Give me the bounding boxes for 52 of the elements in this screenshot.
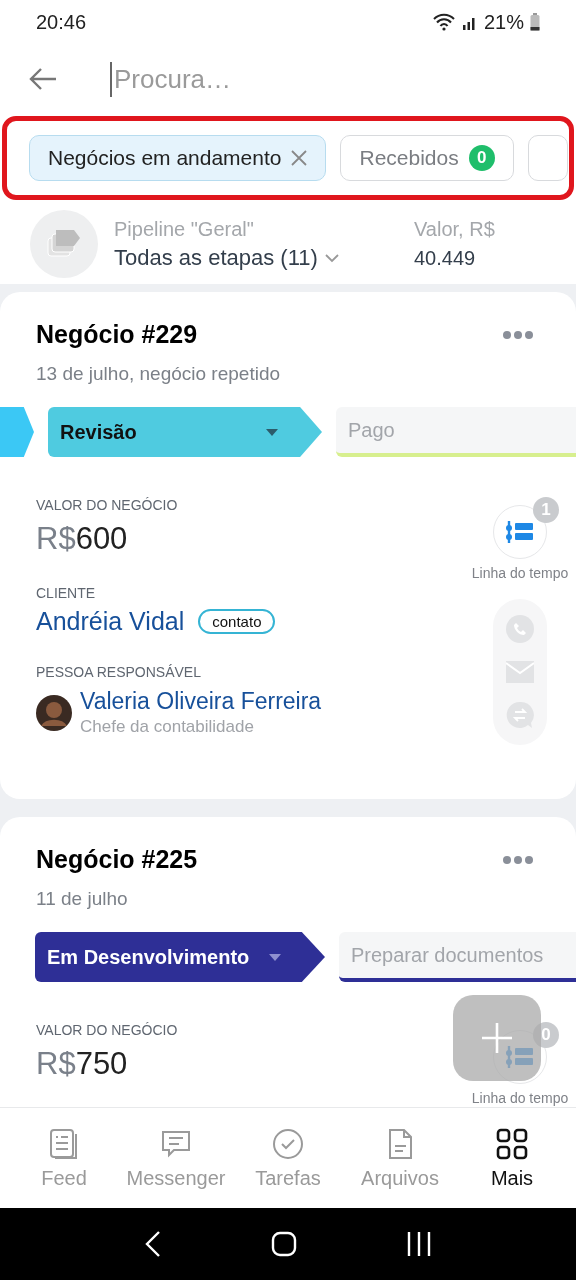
stages-dropdown[interactable]: Todas as etapas (11) bbox=[114, 244, 340, 271]
deal-subtitle: 13 de julho, negócio repetido bbox=[36, 363, 282, 385]
home-icon[interactable] bbox=[271, 1231, 297, 1257]
timeline-icon bbox=[505, 519, 535, 545]
value-label: Valor, R$ bbox=[414, 218, 495, 241]
chip-label: Recebidos bbox=[359, 146, 459, 170]
deal-title: Negócio #229 bbox=[36, 320, 198, 349]
chip-label: Negócios em andamento bbox=[48, 146, 282, 170]
wifi-icon bbox=[431, 13, 456, 31]
chevron-down-icon bbox=[323, 252, 340, 263]
battery-percent: 21% bbox=[483, 10, 524, 34]
status-time: 20:46 bbox=[36, 10, 87, 34]
add-button[interactable] bbox=[453, 995, 541, 1081]
deal-amount: 750 bbox=[75, 1046, 128, 1081]
field-label: VALOR DO NEGÓCIO bbox=[36, 1022, 178, 1038]
contact-tag: contato bbox=[198, 609, 276, 634]
responsible-role: Chefe da contabilidade bbox=[80, 717, 255, 737]
currency: R$ bbox=[36, 1046, 76, 1081]
caret-icon bbox=[266, 428, 278, 436]
grid-icon bbox=[495, 1126, 529, 1161]
battery-icon bbox=[530, 13, 540, 31]
close-icon[interactable] bbox=[291, 150, 308, 166]
total-value: 40.449 bbox=[414, 247, 477, 270]
avatar bbox=[36, 694, 72, 731]
back-nav-icon[interactable] bbox=[145, 1231, 161, 1257]
checkmark-icon bbox=[271, 1126, 305, 1161]
count-badge: 0 bbox=[468, 145, 495, 171]
stage-selector[interactable]: Em Desenvolvimento bbox=[35, 932, 325, 982]
field-label: VALOR DO NEGÓCIO bbox=[36, 497, 178, 513]
timeline-label: Linha do tempo bbox=[471, 1090, 569, 1106]
previous-stage[interactable] bbox=[0, 407, 34, 457]
pipeline-label: Pipeline "Geral" bbox=[114, 217, 255, 241]
nav-tab[interactable]: Mais bbox=[460, 1126, 564, 1190]
plus-icon bbox=[482, 1023, 512, 1053]
client-link[interactable]: Andréia Vidal bbox=[36, 607, 185, 636]
timeline-label: Linha do tempo bbox=[471, 565, 569, 581]
responsible-link[interactable]: Valeria Oliveira Ferreira bbox=[80, 688, 322, 715]
more-icon[interactable] bbox=[502, 854, 534, 865]
currency: R$ bbox=[36, 521, 76, 556]
recents-icon[interactable] bbox=[407, 1232, 431, 1256]
more-icon[interactable] bbox=[502, 329, 534, 340]
filter-chip[interactable]: Recebidos 0 bbox=[340, 135, 514, 181]
caret-icon bbox=[269, 953, 281, 961]
field-label: PESSOA RESPONSÁVEL bbox=[36, 664, 201, 680]
deal-subtitle: 11 de julho bbox=[36, 888, 129, 910]
filter-chip[interactable]: Negócios em andamento bbox=[29, 135, 327, 181]
deal-amount: 600 bbox=[75, 521, 128, 556]
back-icon[interactable] bbox=[28, 67, 58, 91]
stage-selector[interactable]: Revisão bbox=[48, 407, 322, 457]
deal-title: Negócio #225 bbox=[36, 845, 198, 874]
field-label: CLIENTE bbox=[36, 585, 96, 601]
search-field[interactable]: Procura… bbox=[110, 61, 414, 97]
